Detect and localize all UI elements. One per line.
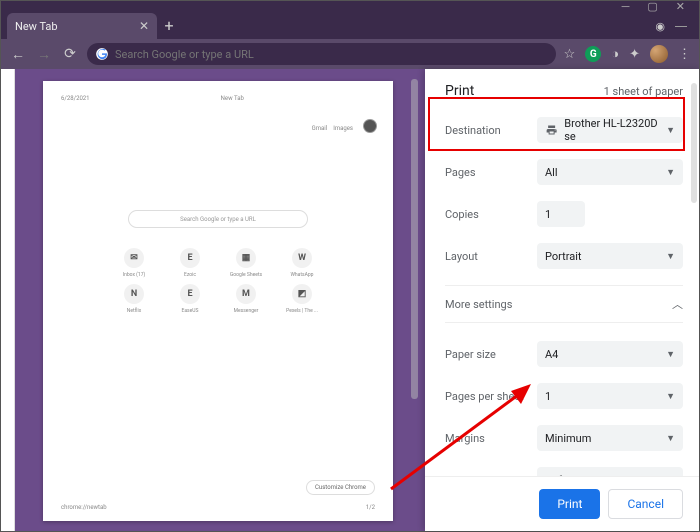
omnibox[interactable]	[87, 43, 556, 65]
tabstrip-separator	[675, 26, 687, 27]
pages-per-sheet-label: Pages per sheet	[445, 390, 537, 403]
media-indicator-icon[interactable]: ◉	[655, 20, 665, 33]
gmail-link: Gmail	[312, 125, 328, 132]
window-maximize-icon[interactable]: ▢	[647, 0, 657, 13]
preview-shortcuts: ✉Inbox (17) EEzoic ▦Google Sheets WWhats…	[113, 248, 323, 314]
back-button[interactable]: ←	[9, 46, 27, 63]
paper-size-dropdown[interactable]: A4 ▼	[537, 341, 683, 367]
chevron-down-icon: ▼	[666, 125, 675, 136]
preview-header: 6/28/2021 New Tab	[61, 95, 375, 102]
chevron-down-icon: ▼	[666, 475, 675, 477]
customize-chrome-button: Customize Chrome	[306, 480, 375, 495]
shortcut-item: EEaseUS	[169, 284, 211, 314]
grammarly-icon[interactable]: G	[585, 46, 601, 62]
chevron-down-icon: ▼	[666, 433, 675, 444]
shortcut-icon: E	[180, 284, 200, 304]
scale-dropdown[interactable]: Default ▼	[537, 467, 683, 476]
preview-page: 6/28/2021 New Tab Gmail Images Search Go…	[43, 81, 393, 521]
profile-avatar[interactable]	[650, 45, 668, 63]
shortcut-icon: E	[180, 248, 200, 268]
more-settings-toggle[interactable]: More settings ︿	[445, 285, 683, 323]
printer-icon	[545, 124, 558, 136]
reload-button[interactable]: ⟳	[61, 46, 79, 62]
preview-search-box: Search Google or type a URL	[128, 210, 308, 228]
layout-label: Layout	[445, 250, 537, 263]
chevron-down-icon: ▼	[666, 391, 675, 402]
layout-dropdown[interactable]: Portrait ▼	[537, 243, 683, 269]
extension-icons: ☆ G ◑ ✦ ⋮	[564, 45, 691, 63]
shortcut-item: ✉Inbox (17)	[113, 248, 155, 278]
shortcut-item: ◩Pexels | The ...	[281, 284, 323, 314]
tab-title: New Tab	[15, 20, 58, 33]
preview-user-avatar	[363, 119, 377, 133]
print-preview-pane: 6/28/2021 New Tab Gmail Images Search Go…	[1, 69, 425, 531]
print-dialog-title: Print	[445, 83, 474, 99]
shortcut-icon: M	[236, 284, 256, 304]
window-minimize-icon[interactable]: ─	[622, 0, 630, 13]
preview-footer: chrome://newtab 1/2	[61, 504, 375, 511]
preview-pagenum: 1/2	[366, 504, 375, 511]
chevron-down-icon: ▼	[666, 167, 675, 178]
omnibox-input[interactable]	[115, 48, 548, 61]
shortcut-item: NNetflix	[113, 284, 155, 314]
destination-dropdown[interactable]: Brother HL-L2320D se ▼	[537, 117, 683, 143]
shortcut-icon: ✉	[124, 248, 144, 268]
cancel-button[interactable]: Cancel	[608, 489, 683, 519]
pages-per-sheet-dropdown[interactable]: 1 ▼	[537, 383, 683, 409]
chevron-down-icon: ▼	[666, 349, 675, 360]
copies-input[interactable]: 1	[537, 201, 585, 227]
shortcut-icon: W	[292, 248, 312, 268]
browser-tab[interactable]: New Tab ✕	[7, 13, 157, 39]
images-link: Images	[333, 125, 353, 132]
menu-icon[interactable]: ⋮	[678, 47, 691, 62]
extension-icon[interactable]: ◑	[611, 46, 619, 62]
google-icon	[95, 47, 109, 61]
star-icon[interactable]: ☆	[564, 47, 576, 62]
pages-label: Pages	[445, 166, 537, 179]
preview-date: 6/28/2021	[61, 95, 90, 102]
window-titlebar: ─ ▢ ✕	[1, 1, 699, 11]
print-dialog: Print 1 sheet of paper Destination Broth…	[425, 69, 699, 531]
chevron-down-icon: ▼	[666, 251, 675, 262]
shortcut-item: EEzoic	[169, 248, 211, 278]
preview-url: chrome://newtab	[61, 504, 107, 511]
chevron-up-icon: ︿	[672, 296, 683, 312]
shortcut-item: MMessenger	[225, 284, 267, 314]
tab-strip: New Tab ✕ + ◉	[1, 11, 699, 39]
destination-label: Destination	[445, 124, 537, 137]
dialog-scrollbar[interactable]	[691, 83, 697, 203]
content-area: 6/28/2021 New Tab Gmail Images Search Go…	[1, 69, 699, 531]
tabstrip-right: ◉	[655, 13, 699, 39]
preview-title: New Tab	[221, 95, 244, 102]
preview-links: Gmail Images	[312, 125, 353, 132]
browser-toolbar: ← → ⟳ ☆ G ◑ ✦ ⋮	[1, 39, 699, 69]
margins-label: Margins	[445, 432, 537, 445]
print-button[interactable]: Print	[539, 489, 600, 519]
forward-button: →	[35, 46, 53, 63]
print-dialog-footer: Print Cancel	[425, 476, 699, 531]
window-close-icon[interactable]: ✕	[676, 0, 685, 13]
copies-label: Copies	[445, 208, 537, 221]
sheet-count: 1 sheet of paper	[604, 85, 683, 98]
paper-size-label: Paper size	[445, 348, 537, 361]
tab-close-icon[interactable]: ✕	[139, 19, 149, 33]
shortcut-icon: ▦	[236, 248, 256, 268]
extensions-puzzle-icon[interactable]: ✦	[629, 47, 640, 62]
shortcut-item: ▦Google Sheets	[225, 248, 267, 278]
pages-dropdown[interactable]: All ▼	[537, 159, 683, 185]
preview-scrollbar[interactable]	[411, 79, 418, 399]
margins-dropdown[interactable]: Minimum ▼	[537, 425, 683, 451]
new-tab-button[interactable]: +	[157, 13, 181, 39]
shortcut-icon: ◩	[292, 284, 312, 304]
shortcut-item: WWhatsApp	[281, 248, 323, 278]
shortcut-icon: N	[124, 284, 144, 304]
